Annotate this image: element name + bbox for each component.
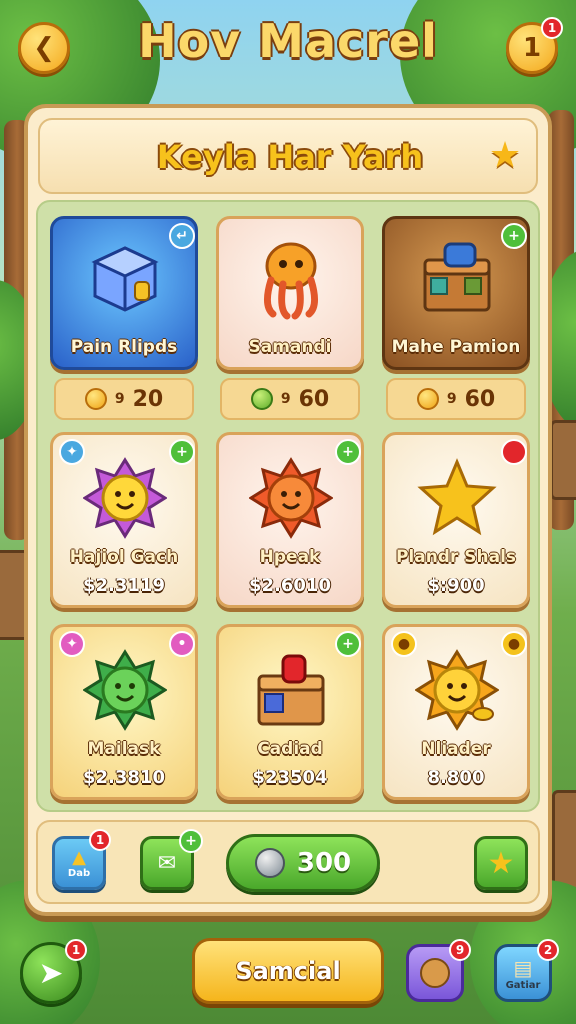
basket-icon: ▲: [72, 847, 86, 868]
main-action-button[interactable]: Samcial: [192, 938, 384, 1004]
item-name: Hpeak: [259, 547, 321, 567]
notification-value: 1: [522, 33, 542, 63]
bottom-action-bar: ▲ Dab 1 ✉ + 300 ★: [36, 820, 540, 904]
item-price: $:900: [427, 575, 485, 596]
star-icon: ★: [488, 134, 522, 176]
quest-badge: 2: [537, 939, 559, 961]
shop-panel: Keyla Har Yarh ★ ↵ Pain Rlipds Samandi +…: [24, 104, 552, 916]
green-coin-icon: [250, 388, 273, 410]
currency-display[interactable]: 300: [226, 834, 380, 892]
scroll-icon: ▤: [513, 955, 533, 980]
chat-button[interactable]: ✉ +: [140, 829, 203, 890]
item-name: Mahe Pamion: [391, 337, 521, 357]
cookie-icon: [420, 958, 450, 988]
item-name: Plandr Shals: [395, 547, 517, 567]
shop-basket-button[interactable]: ▲ Dab 1: [52, 829, 111, 890]
share-badge: 1: [65, 939, 87, 961]
item-price: $2.3810: [83, 767, 165, 788]
price-tag: 9 20: [54, 378, 194, 420]
shop-badge: 1: [89, 829, 111, 851]
panel-title: Keyla Har Yarh: [156, 138, 424, 176]
star-icon: ★: [487, 845, 515, 881]
item-price: $23504: [252, 767, 328, 788]
item-name: Cadiad: [257, 739, 323, 759]
cookie-button[interactable]: 9: [406, 939, 471, 1002]
favorite-star-button[interactable]: ★: [480, 130, 530, 180]
item-name: Samandi: [248, 337, 332, 357]
silver-gem-icon: [254, 848, 285, 878]
treasure-chest-icon: [409, 233, 505, 323]
item-name: Hajiol Gach: [69, 547, 179, 567]
green-sun-icon: [77, 645, 173, 735]
item-name: Mailask: [87, 739, 161, 759]
share-arrow-icon: ➤: [38, 955, 64, 991]
octopus-icon: [243, 233, 339, 323]
price-tag: 9 60: [386, 378, 526, 420]
panel-header: Keyla Har Yarh ★: [38, 118, 538, 194]
item-card-hpeak[interactable]: + Hpeak $2.6010: [216, 432, 364, 608]
yellow-star-icon: [409, 453, 505, 543]
item-card-nliader[interactable]: ● ● Nliader 8.800: [382, 624, 530, 800]
gold-coin-icon: [84, 388, 107, 410]
item-name: Nliader: [421, 739, 491, 759]
gold-sun-icon: [409, 645, 505, 735]
item-card-plandr-shals[interactable]: Plandr Shals $:900: [382, 432, 530, 608]
item-card-mailask[interactable]: ✦ • Mailask $2.3810: [50, 624, 198, 800]
item-price: 8.800: [427, 767, 485, 788]
chat-bubble-icon: ✉: [157, 850, 177, 876]
purple-sun-icon: [77, 453, 173, 543]
item-price: $2.3119: [83, 575, 165, 596]
notification-button[interactable]: 1 1: [506, 17, 563, 74]
favorites-button[interactable]: ★: [474, 836, 528, 890]
gold-coin-icon: [416, 388, 439, 410]
item-price: $2.6010: [249, 575, 331, 596]
back-button[interactable]: ❮: [18, 22, 70, 74]
add-icon: +: [179, 829, 203, 853]
notification-badge: 1: [541, 17, 563, 39]
item-card-cadiad[interactable]: + Cadiad $23504: [216, 624, 364, 800]
item-card-samandi[interactable]: Samandi: [216, 216, 364, 370]
cookie-badge: 9: [449, 939, 471, 961]
orange-sun-icon: [243, 453, 339, 543]
page-title: Hov Macrel: [138, 14, 438, 68]
price-tag: 9 60: [220, 378, 360, 420]
item-card-pain-rlipds[interactable]: ↵ Pain Rlipds: [50, 216, 198, 370]
share-button[interactable]: ➤ 1: [20, 939, 87, 1004]
item-card-hajiol-gach[interactable]: ✦ + Hajiol Gach $2.3119: [50, 432, 198, 608]
back-arrow-icon: ❮: [33, 33, 55, 63]
quest-button[interactable]: ▤ Gatiar 2: [494, 939, 559, 1002]
item-name: Pain Rlipds: [70, 337, 178, 357]
gift-chest-icon: [243, 645, 339, 735]
item-card-mahe-pamion[interactable]: + Mahe Pamion: [382, 216, 530, 370]
cube-icon: [77, 233, 173, 323]
